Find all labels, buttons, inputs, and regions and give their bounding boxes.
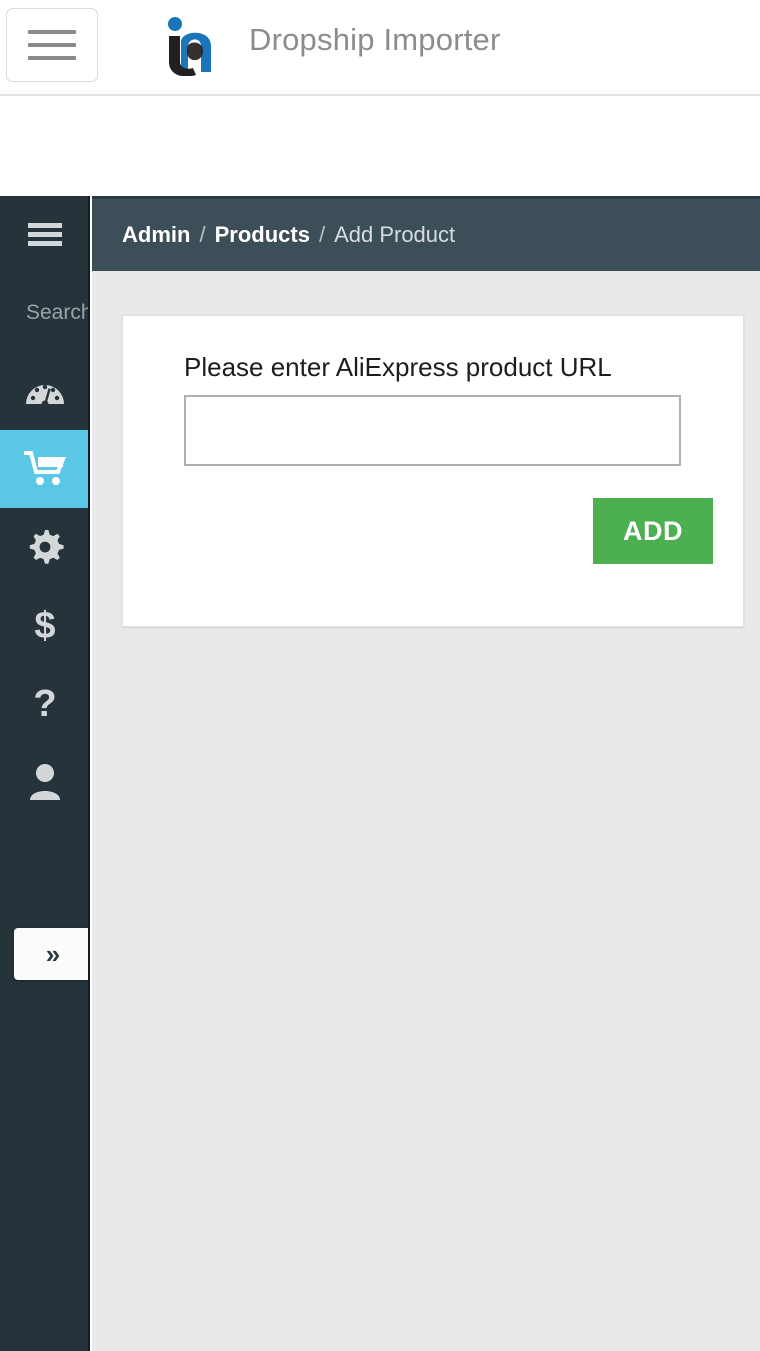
question-mark-icon: ? — [33, 683, 56, 723]
menu-toggle-button[interactable] — [6, 8, 98, 82]
sidebar-search[interactable] — [0, 274, 88, 352]
breadcrumb-item-products[interactable]: Products — [215, 222, 310, 248]
breadcrumb-separator: / — [199, 222, 206, 247]
header-content-gap — [0, 96, 760, 196]
sidebar-item-help[interactable]: ? — [0, 664, 88, 742]
brand-logo-icon — [163, 16, 221, 77]
breadcrumb-item-add-product: Add Product — [334, 222, 456, 247]
dashboard-gauge-icon — [26, 384, 64, 408]
sidebar-item-account[interactable] — [0, 742, 88, 820]
shopping-cart-icon — [24, 451, 66, 485]
user-icon — [30, 764, 60, 800]
sidebar-expand-button[interactable]: » — [14, 928, 88, 980]
hamburger-icon-bar — [28, 56, 76, 60]
sidebar-item-dashboard[interactable] — [0, 352, 88, 430]
svg-text:?: ? — [33, 683, 56, 723]
card-heading: Please enter AliExpress product URL — [184, 352, 612, 382]
dollar-icon: $ — [34, 605, 55, 645]
breadcrumb-separator: / — [318, 222, 326, 247]
breadcrumb: Admin / Products / Add Product — [92, 196, 760, 271]
main-content: Admin / Products / Add Product Please en… — [92, 196, 760, 1351]
top-header-bar: Dropship Importer — [0, 0, 760, 96]
sidebar: $ ? » — [0, 196, 90, 1351]
hamburger-icon-bar — [28, 30, 76, 34]
gear-icon — [29, 530, 64, 564]
search-input[interactable] — [26, 301, 88, 325]
app-title: Dropship Importer — [249, 22, 501, 57]
add-product-card: Please enter AliExpress product URL ADD — [122, 315, 744, 627]
sidebar-item-settings[interactable] — [0, 508, 88, 586]
sidebar-item-products[interactable] — [0, 430, 88, 508]
svg-text:$: $ — [34, 605, 55, 645]
sidebar-menu-toggle[interactable] — [0, 196, 88, 274]
app-shell: $ ? » Admin / Products / Add Product Ple… — [0, 196, 760, 1351]
breadcrumb-item-admin[interactable]: Admin — [122, 222, 190, 248]
add-button[interactable]: ADD — [593, 498, 713, 564]
sidebar-item-billing[interactable]: $ — [0, 586, 88, 664]
hamburger-icon — [28, 223, 62, 246]
product-url-input[interactable] — [184, 395, 681, 466]
hamburger-icon-bar — [28, 43, 76, 47]
